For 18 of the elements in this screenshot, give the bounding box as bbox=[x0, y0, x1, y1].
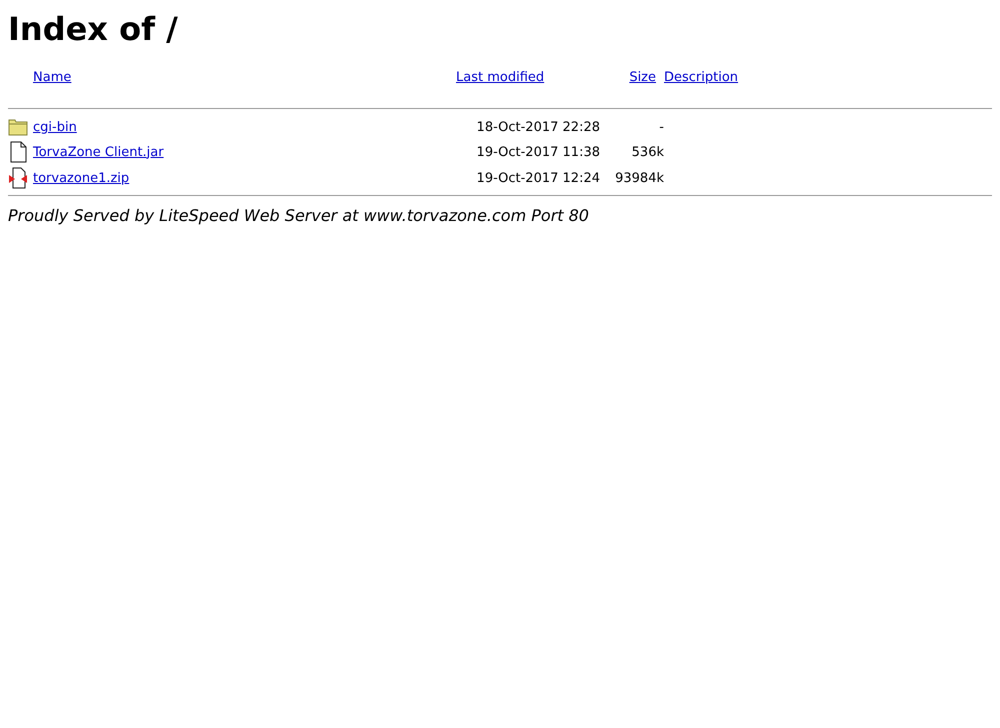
modified-date: 19-Oct-2017 11:38 bbox=[476, 144, 600, 160]
archive-file-icon bbox=[8, 167, 28, 189]
file-link[interactable]: cgi-bin bbox=[33, 120, 77, 134]
folder-icon bbox=[8, 117, 28, 137]
file-size: - bbox=[659, 120, 664, 134]
modified-date: 18-Oct-2017 22:28 bbox=[476, 120, 600, 134]
file-size: 93984k bbox=[615, 170, 664, 186]
file-icon bbox=[8, 141, 28, 163]
column-header-link[interactable]: Last modified bbox=[456, 70, 544, 85]
modified-date: 19-Oct-2017 12:24 bbox=[476, 170, 600, 186]
file-link[interactable]: torvazone1.zip bbox=[33, 170, 130, 186]
column-header-link[interactable]: Size bbox=[629, 70, 656, 85]
file-link[interactable]: TorvaZone Client.jar bbox=[33, 144, 164, 160]
file-size: 536k bbox=[632, 144, 664, 160]
column-header-link[interactable]: Name bbox=[33, 70, 72, 85]
page-title: Index of / bbox=[8, 10, 179, 48]
column-header-link[interactable]: Description bbox=[664, 70, 738, 85]
server-footer: Proudly Served by LiteSpeed Web Server at www.torvazone.com Port 80 bbox=[8, 206, 992, 225]
